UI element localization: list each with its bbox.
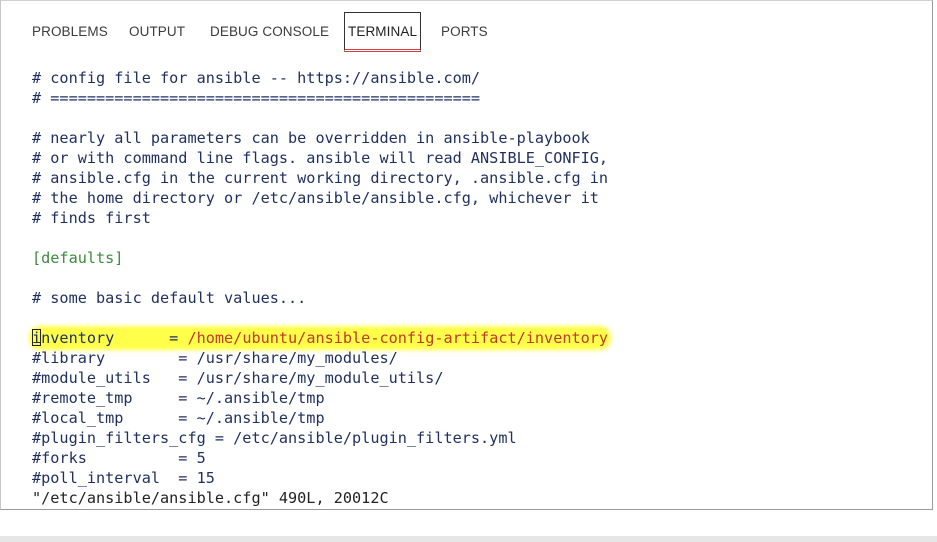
terminal-line: # ======================================… <box>32 89 481 107</box>
terminal-line: # or with command line flags. ansible wi… <box>32 149 609 167</box>
setting-line: #forks = 5 <box>32 449 206 467</box>
tab-debug-console[interactable]: DEBUG CONSOLE <box>210 12 329 52</box>
defaults-section-header: [defaults] <box>32 249 124 267</box>
terminal-output[interactable]: # config file for ansible -- https://ans… <box>32 68 922 508</box>
tab-problems[interactable]: PROBLEMS <box>32 12 108 52</box>
tab-ports[interactable]: PORTS <box>441 12 488 52</box>
setting-line: #local_tmp = ~/.ansible/tmp <box>32 409 325 427</box>
bottom-bar <box>0 536 937 542</box>
terminal-line: # config file for ansible -- https://ans… <box>32 69 481 87</box>
tab-output[interactable]: OUTPUT <box>129 12 185 52</box>
terminal-line: # the home directory or /etc/ansible/ans… <box>32 189 599 207</box>
inventory-highlight: inventory = /home/ubuntu/ansible-config-… <box>32 329 609 347</box>
setting-line: #poll_interval = 15 <box>32 469 215 487</box>
setting-line: #library = /usr/share/my_modules/ <box>32 349 398 367</box>
terminal-line: # some basic default values... <box>32 289 307 307</box>
setting-line: #module_utils = /usr/share/my_module_uti… <box>32 369 444 387</box>
tab-terminal[interactable]: TERMINAL <box>344 12 422 52</box>
setting-line: #remote_tmp = ~/.ansible/tmp <box>32 389 325 407</box>
terminal-line: # ansible.cfg in the current working dir… <box>32 169 609 187</box>
terminal-panel: PROBLEMS OUTPUT DEBUG CONSOLE TERMINAL P… <box>0 0 933 510</box>
panel-tabs: PROBLEMS OUTPUT DEBUG CONSOLE TERMINAL P… <box>1 1 932 53</box>
vim-status-line: "/etc/ansible/ansible.cfg" 490L, 20012C <box>32 489 389 507</box>
terminal-line: # nearly all parameters can be overridde… <box>32 129 590 147</box>
inventory-path: /home/ubuntu/ansible-config-artifact/inv… <box>187 329 609 347</box>
setting-line: #plugin_filters_cfg = /etc/ansible/plugi… <box>32 429 517 447</box>
inventory-line: inventory = /home/ubuntu/ansible-config-… <box>32 328 922 348</box>
inventory-key: inventory = <box>32 329 188 347</box>
terminal-line: # finds first <box>32 209 151 227</box>
